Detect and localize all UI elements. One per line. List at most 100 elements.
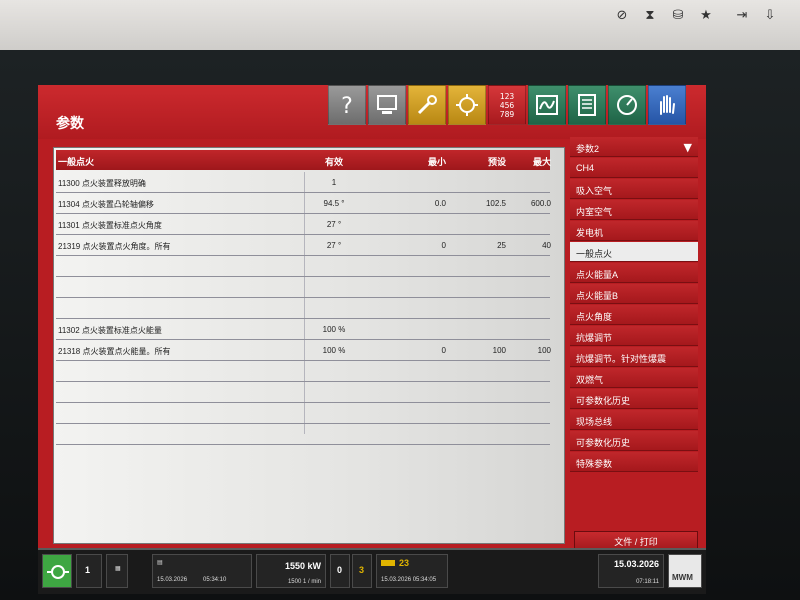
- sidebar-item-dual-gas[interactable]: 双燃气: [570, 368, 698, 388]
- sidebar-item-ignition-angle[interactable]: 点火角度: [570, 305, 698, 325]
- header-max: 最大: [532, 157, 551, 167]
- sidebar-item-fieldbus[interactable]: 现场总线: [570, 410, 698, 430]
- row-min: 0: [441, 241, 446, 250]
- table-row[interactable]: [56, 256, 550, 277]
- waveform-icon[interactable]: [528, 85, 566, 125]
- sidebar-item-ignition-energy-a[interactable]: 点火能量A: [570, 263, 698, 283]
- sidebar-item-label: 内室空气: [576, 207, 613, 217]
- count-0-text: 0: [337, 565, 343, 575]
- row-name: 11302 点火装置标准点火能量: [58, 326, 162, 335]
- row-max: 40: [542, 241, 551, 250]
- row-name: 21318 点火装置点火能量。所有: [58, 347, 171, 356]
- sidebar-item-parametrizable-history[interactable]: 可参数化历史: [570, 389, 698, 409]
- eye-off-icon[interactable]: ⊘: [612, 6, 632, 26]
- row-min: 0.0: [434, 199, 446, 208]
- sidebar-item-general-ignition[interactable]: 一般点火: [570, 242, 698, 262]
- database-icon[interactable]: ⛁: [668, 6, 688, 26]
- download-icon[interactable]: ⇩: [760, 6, 780, 26]
- table-row[interactable]: 21318 点火装置点火能量。所有 100 % 0 100 100: [56, 340, 551, 361]
- hmi-screen: 参数 ? 123 456 789 一般点火 有效 最小 预设 最大 11300 …: [38, 85, 706, 563]
- table-row[interactable]: 21319 点火装置点火角度。所有 27 ° 0 25 40: [56, 235, 551, 256]
- sidebar-item-label: 可参数化历史: [576, 396, 631, 406]
- share-icon[interactable]: ⇥: [732, 6, 752, 26]
- header-default: 预设: [487, 157, 506, 167]
- current-time: 07:18:11: [636, 579, 659, 585]
- tools-icon[interactable]: [408, 85, 446, 125]
- table-row[interactable]: 11301 点火装置标准点火角度 27 °: [56, 214, 550, 235]
- sidebar-item-knock-control[interactable]: 抗爆调节: [570, 326, 698, 346]
- table-row[interactable]: [56, 403, 550, 424]
- warning-icon: [381, 560, 395, 566]
- status-value-1: 1: [76, 554, 102, 588]
- star-icon[interactable]: ★: [696, 6, 716, 26]
- table-row[interactable]: 11300 点火装置释放明确 1: [56, 172, 550, 193]
- page-title: 参数: [56, 115, 84, 131]
- sidebar-item-label: 抗爆调节。针对性爆震: [576, 354, 667, 364]
- sidebar-item-knock-control-targeted[interactable]: 抗爆调节。针对性爆震: [570, 347, 698, 367]
- table-row[interactable]: [56, 361, 550, 382]
- alarm-count: 23: [399, 558, 410, 568]
- help-icon[interactable]: ?: [328, 85, 366, 125]
- sidebar-item-label: 点火能量A: [576, 270, 619, 280]
- table-row[interactable]: [56, 424, 550, 445]
- row-default: 100: [492, 346, 506, 355]
- row-name: 11301 点火装置标准点火角度: [58, 221, 162, 230]
- brand-logo: MWM: [668, 554, 702, 588]
- status-value-1-text: 1: [85, 565, 91, 575]
- table-row[interactable]: 11304 点火装置凸轮轴偏移 94.5 ° 0.0 102.5 600.0: [56, 193, 551, 214]
- sidebar-item-label: 吸入空气: [576, 186, 613, 196]
- engine-icon[interactable]: [448, 85, 486, 125]
- sidebar-item-generator[interactable]: 发电机: [570, 221, 698, 241]
- gauge-icon[interactable]: [608, 85, 646, 125]
- parameter-group-list: 参数2 ▼ CH4 吸入空气 内室空气 发电机 一般点火 点火能量A 点火能量B …: [570, 137, 698, 485]
- row-default: 25: [497, 241, 506, 250]
- sidebar-item-group-header[interactable]: 参数2 ▼: [570, 137, 698, 157]
- svg-text:?: ?: [341, 94, 353, 118]
- header-name: 一般点火: [58, 157, 95, 167]
- row-max: 100: [537, 346, 551, 355]
- numpad-row: 456: [499, 100, 515, 110]
- row-min: 0: [441, 346, 446, 355]
- main-toolbar: ? 123 456 789: [328, 85, 688, 127]
- sidebar-item-label: 点火角度: [576, 312, 613, 322]
- sidebar-item-label: 可参数化历史: [576, 438, 631, 448]
- table-row[interactable]: [56, 277, 550, 298]
- monitor-icon[interactable]: [368, 85, 406, 125]
- speed-value: 1500 1 / min: [287, 579, 321, 585]
- sidebar-item-ch4[interactable]: CH4: [570, 158, 698, 178]
- sidebar-item-ignition-energy-b[interactable]: 点火能量B: [570, 284, 698, 304]
- row-name: 11304 点火装置凸轮轴偏移: [58, 200, 154, 209]
- row-effective: 100 %: [322, 325, 346, 334]
- sidebar-item-room-air[interactable]: 内室空气: [570, 200, 698, 220]
- row-default: 102.5: [485, 199, 506, 208]
- sidebar-item-parametrizable-history-2[interactable]: 可参数化历史: [570, 431, 698, 451]
- chevron-down-icon[interactable]: ▼: [684, 141, 692, 154]
- sidebar-item-intake-air[interactable]: 吸入空气: [570, 179, 698, 199]
- alarm-date: 15.03.2026 05:34:05: [381, 577, 437, 583]
- event-time: 05:34:10: [203, 577, 227, 583]
- header-effective: 有效: [324, 157, 343, 167]
- table-row[interactable]: [56, 298, 550, 319]
- status-count-0: 0: [330, 554, 350, 588]
- sidebar-item-label: 一般点火: [576, 249, 613, 259]
- event-icon: ▤: [157, 560, 163, 566]
- table-row[interactable]: 11302 点火装置标准点火能量 100 %: [56, 319, 550, 340]
- row-name: 11300 点火装置释放明确: [58, 179, 146, 188]
- status-grid-icon: ▦: [106, 554, 128, 588]
- table-row[interactable]: [56, 382, 550, 403]
- browser-toolbar: ⊘ ⧗ ⛁ ★ ⇥ ⇩: [0, 0, 800, 52]
- current-date: 15.03.2026: [613, 559, 659, 569]
- list-icon[interactable]: [568, 85, 606, 125]
- status-alarm-cell[interactable]: 23 15.03.2026 05:34:05: [376, 554, 448, 588]
- numpad-row: 789: [499, 109, 515, 119]
- table-header: 一般点火 有效 最小 预设 最大: [56, 150, 551, 170]
- numpad-icon[interactable]: 123 456 789: [488, 85, 526, 125]
- parameter-table: 一般点火 有效 最小 预设 最大 11300 点火装置释放明确 1 11304 …: [53, 147, 565, 544]
- sidebar-item-special-parameters[interactable]: 特殊参数: [570, 452, 698, 472]
- hand-icon[interactable]: [648, 85, 686, 125]
- hourglass-icon[interactable]: ⧗: [640, 6, 660, 26]
- status-running-icon[interactable]: [42, 554, 72, 588]
- sidebar-item-label: 双燃气: [576, 375, 604, 385]
- sidebar-item-label: 发电机: [576, 228, 604, 238]
- header-bar: 参数 ? 123 456 789: [38, 85, 706, 139]
